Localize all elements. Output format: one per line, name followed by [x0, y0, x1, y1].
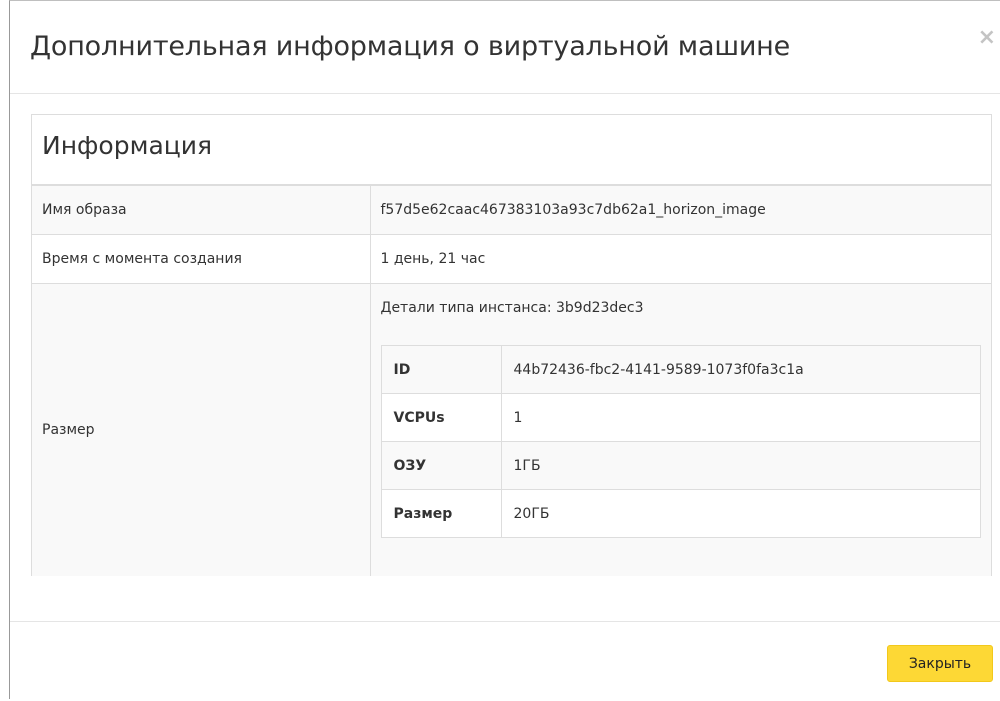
flavor-value: 20ГБ	[500, 489, 981, 538]
modal-title: Дополнительная информация о виртуальной …	[30, 31, 791, 62]
age-value: 1 день, 21 час	[370, 234, 991, 284]
flavor-row: Размер 20ГБ	[380, 489, 981, 538]
image-name-label: Имя образа	[32, 186, 371, 235]
flavor-key: ID	[380, 345, 502, 394]
panel-title: Информация	[42, 131, 213, 160]
flavor-key: VCPUs	[380, 393, 502, 442]
flavor-value: 1	[500, 393, 981, 442]
info-panel: Информация Имя образа f57d5e62caac467383…	[31, 114, 992, 576]
table-row-size: Размер Детали типа инстанса: 3b9d23dec3 …	[32, 283, 991, 576]
modal-header: Дополнительная информация о виртуальной …	[10, 1, 1000, 94]
panel-heading: Информация	[32, 115, 991, 186]
table-row-image-name: Имя образа f57d5e62caac467383103a93c7db6…	[32, 186, 991, 235]
flavor-table: ID 44b72436-fbc2-4141-9589-1073f0fa3c1a …	[380, 345, 981, 538]
image-name-value: f57d5e62caac467383103a93c7db62a1_horizon…	[370, 186, 991, 235]
flavor-key: ОЗУ	[380, 441, 502, 490]
age-label: Время с момента создания	[32, 234, 371, 284]
instance-details-modal: Дополнительная информация о виртуальной …	[9, 0, 1000, 699]
flavor-row: ОЗУ 1ГБ	[380, 441, 981, 490]
info-table: Имя образа f57d5e62caac467383103a93c7db6…	[32, 186, 991, 576]
size-label: Размер	[32, 283, 371, 576]
close-icon[interactable]: ×	[978, 27, 996, 49]
flavor-row: VCPUs 1	[380, 393, 981, 442]
table-row-age: Время с момента создания 1 день, 21 час	[32, 234, 991, 284]
flavor-caption: Детали типа инстанса: 3b9d23dec3	[380, 300, 644, 316]
modal-footer: Закрыть	[10, 621, 1000, 701]
flavor-value: 1ГБ	[500, 441, 981, 490]
close-button[interactable]: Закрыть	[887, 645, 993, 682]
flavor-value: 44b72436-fbc2-4141-9589-1073f0fa3c1a	[500, 345, 981, 394]
flavor-key: Размер	[380, 489, 502, 538]
flavor-row: ID 44b72436-fbc2-4141-9589-1073f0fa3c1a	[380, 345, 981, 394]
size-details-cell: Детали типа инстанса: 3b9d23dec3 ID 44b7…	[370, 283, 991, 576]
